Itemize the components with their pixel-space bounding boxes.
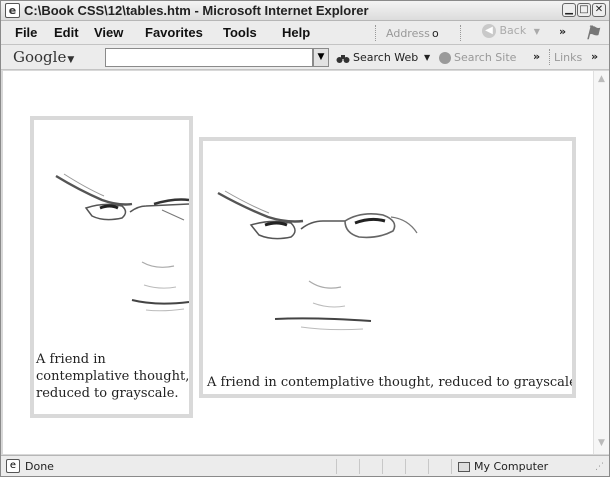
wide-image-cell: A friend in contemplative thought, reduc…: [199, 137, 576, 398]
status-pane-divider: [359, 459, 360, 474]
toolbar-separator: [460, 25, 461, 41]
search-site-button[interactable]: Search Site: [439, 51, 516, 64]
more-chevron-icon[interactable]: »: [559, 25, 566, 38]
status-pane-divider: [382, 459, 383, 474]
search-dropdown-button[interactable]: ▼: [313, 48, 329, 67]
links-chevron-icon[interactable]: »: [591, 50, 598, 63]
menu-tools[interactable]: Tools: [223, 25, 257, 40]
menu-edit[interactable]: Edit: [54, 25, 79, 40]
links-button[interactable]: Links: [554, 51, 582, 64]
search-web-button[interactable]: Search Web: [336, 51, 418, 64]
resize-grip-icon[interactable]: ⋰: [595, 462, 604, 472]
menu-view[interactable]: View: [94, 25, 123, 40]
back-button[interactable]: ◀ Back ▼: [482, 24, 540, 42]
portrait-image: [217, 190, 418, 331]
menu-help[interactable]: Help: [282, 25, 310, 40]
scroll-up-icon[interactable]: ▲: [596, 74, 607, 85]
left-image-caption: A friend in contemplative thought, reduc…: [36, 352, 190, 401]
binoculars-icon: [336, 54, 350, 63]
menu-favorites[interactable]: Favorites: [145, 25, 203, 40]
maximize-button[interactable]: □: [577, 3, 591, 17]
windows-logo-icon: ⚑: [584, 23, 601, 44]
close-button[interactable]: ✕: [592, 3, 606, 17]
toolbar-separator: [375, 25, 376, 41]
address-value[interactable]: o: [432, 27, 439, 40]
browser-window: e C:\Book CSS\12\tables.htm - Microsoft …: [0, 0, 610, 477]
right-image-caption: A friend in contemplative thought, reduc…: [207, 375, 576, 390]
back-arrow-icon: ◀: [482, 24, 496, 38]
status-pane-divider: [405, 459, 406, 474]
narrow-image-cell: A friend in contemplative thought, reduc…: [30, 116, 193, 418]
computer-icon: [458, 462, 470, 472]
google-logo[interactable]: Google▼: [13, 48, 74, 66]
minimize-button[interactable]: ▁: [562, 3, 576, 17]
status-pane-divider: [336, 459, 337, 474]
vertical-scrollbar[interactable]: ▲ ▼: [593, 71, 609, 454]
status-bar: e Done My Computer ⋰: [1, 455, 609, 476]
search-web-dropdown-icon[interactable]: ▼: [424, 53, 430, 62]
title-bar[interactable]: e C:\Book CSS\12\tables.htm - Microsoft …: [1, 1, 609, 21]
ie-page-icon[interactable]: e: [5, 3, 20, 18]
google-search-input[interactable]: [105, 48, 313, 67]
back-label: Back: [499, 24, 527, 37]
toolbar-separator: [549, 49, 550, 65]
google-toolbar: Google▼ ▼ Search Web ▼ Search Site » Lin…: [1, 45, 609, 70]
window-title: C:\Book CSS\12\tables.htm - Microsoft In…: [24, 3, 369, 18]
chevron-down-icon: ▼: [533, 27, 540, 36]
security-zone[interactable]: My Computer: [458, 460, 548, 473]
status-text: Done: [25, 460, 54, 473]
menu-bar: File Edit View Favorites Tools Help Addr…: [1, 21, 609, 45]
page-content: A friend in contemplative thought, reduc…: [3, 71, 593, 454]
portrait-image-cropped: [55, 173, 189, 312]
status-pane-divider: [451, 459, 452, 474]
page-status-icon: e: [6, 459, 20, 473]
scroll-down-icon[interactable]: ▼: [596, 438, 607, 449]
google-more-chevron-icon[interactable]: »: [533, 50, 540, 63]
address-label[interactable]: Address: [386, 27, 430, 40]
menu-file[interactable]: File: [15, 25, 37, 40]
status-pane-divider: [428, 459, 429, 474]
search-site-icon: [439, 52, 451, 64]
